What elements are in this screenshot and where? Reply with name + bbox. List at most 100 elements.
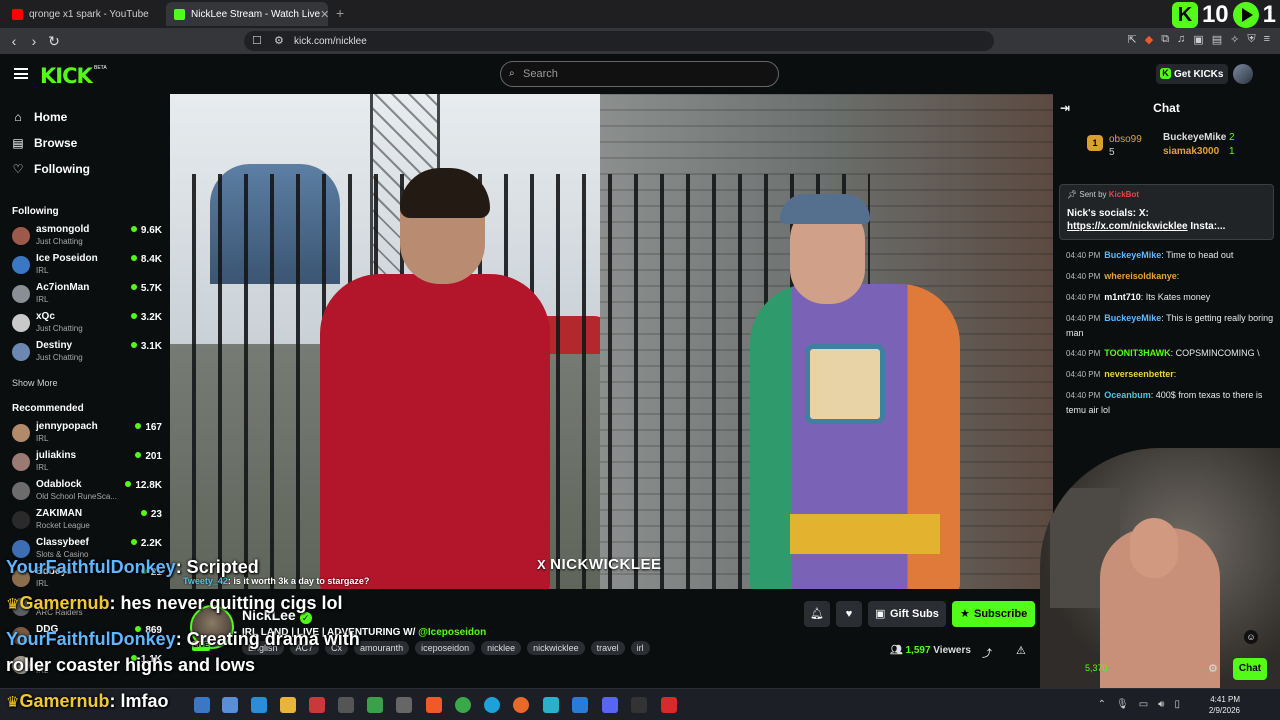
get-kicks-button[interactable]: K Get KICKs [1156, 64, 1228, 84]
chat-message[interactable]: 04:40 PM Oceanbum: 400$ from texas to the… [1066, 388, 1276, 417]
vpn-icon[interactable]: ⛨ [1247, 33, 1255, 46]
gift-subs-button[interactable]: ▣ Gift Subs [868, 601, 946, 627]
message-user[interactable]: Oceanbum [1104, 390, 1151, 400]
taskbar-app-icon[interactable] [543, 697, 559, 713]
taskbar-app-icon[interactable] [309, 697, 325, 713]
recommended-channel[interactable]: juliakins IRL 201 [12, 450, 162, 476]
stream-tag[interactable]: travel [590, 641, 625, 655]
taskbar-app-icon[interactable] [661, 697, 677, 713]
vscode-icon[interactable] [572, 697, 588, 713]
recommended-channel[interactable]: Odablock Old School RuneSca... 12.8K [12, 479, 162, 505]
message-user[interactable]: neverseenbetter [1104, 369, 1174, 379]
microphone-icon[interactable]: 🎙︎ [1116, 699, 1129, 710]
chat-message[interactable]: 04:40 PM BuckeyeMike: This is getting rea… [1066, 311, 1276, 340]
firefox-icon[interactable] [513, 697, 529, 713]
stream-tag[interactable]: amouranth [354, 641, 410, 655]
leo-icon[interactable]: ✧ [1230, 33, 1239, 46]
recommended-channel[interactable]: ZAKIMAN Rocket League 23 [12, 508, 162, 534]
extensions-icon[interactable]: ⧉ [1161, 33, 1169, 46]
sidebar-item-label: Browse [34, 136, 78, 150]
stream-tag[interactable]: irl [630, 641, 650, 655]
address-bar[interactable]: ☐ ⚙ kick.com/nicklee [244, 31, 994, 51]
new-tab-button[interactable]: + [336, 5, 344, 21]
wallet-icon[interactable]: ▤ [1212, 33, 1222, 46]
close-tab-icon[interactable]: ✕ [320, 8, 329, 21]
subscribe-label: Subscribe [974, 608, 1028, 620]
recommended-channel[interactable]: jennypopach IRL 167 [12, 421, 162, 447]
brave-browser-icon[interactable] [426, 697, 442, 713]
chat-settings-icon[interactable]: ⚙ [1208, 662, 1218, 675]
message-user[interactable]: BuckeyeMike [1104, 250, 1161, 260]
sidebar-item-browse[interactable]: ▤ Browse [12, 134, 77, 152]
site-info-icon[interactable]: ⚙ [274, 34, 284, 47]
stream-tag[interactable]: nicklee [481, 641, 522, 655]
following-channel[interactable]: Ice Poseidon IRL 8.4K [12, 253, 162, 279]
menu-icon[interactable]: ≡ [1264, 33, 1270, 46]
chat-send-button[interactable]: Chat [1233, 658, 1267, 680]
taskbar-app-icon[interactable] [194, 697, 210, 713]
message-user[interactable]: TOONIT3HAWK [1104, 348, 1170, 358]
following-channel[interactable]: asmongold Just Chatting 9.6K [12, 224, 162, 250]
stream-tag[interactable]: nickwicklee [527, 641, 585, 655]
taskbar-app-icon[interactable] [251, 697, 267, 713]
browser-tab-kick[interactable]: NickLee Stream - Watch Live ✕ [166, 2, 329, 26]
subscribe-button[interactable]: ★ Subscribe [952, 601, 1035, 627]
taskbar-app-icon[interactable] [222, 697, 238, 713]
taskbar-app-icon[interactable] [396, 697, 412, 713]
message-user[interactable]: m1nt710 [1104, 292, 1141, 302]
file-explorer-icon[interactable] [280, 697, 296, 713]
chat-message[interactable]: 04:40 PM neverseenbetter: [1066, 367, 1276, 382]
discord-icon[interactable] [602, 697, 618, 713]
menu-hamburger-icon[interactable] [14, 68, 28, 79]
notification-bell-button[interactable]: 🔔︎ [804, 601, 830, 627]
chat-message[interactable]: 04:40 PM whereisoldkanye: [1066, 269, 1276, 284]
forward-icon[interactable]: › [24, 33, 44, 49]
reload-icon[interactable]: ↻ [44, 33, 64, 50]
back-icon[interactable]: ‹ [4, 33, 24, 49]
stream-title-mention[interactable]: @Iceposeidon [418, 627, 486, 638]
edge-icon[interactable] [484, 697, 500, 713]
media-icon[interactable]: ♫ [1177, 33, 1185, 46]
volume-icon[interactable]: 🔊︎ [1158, 699, 1164, 710]
brave-shield-icon[interactable]: ◆ [1145, 33, 1153, 46]
chat-message[interactable]: 04:40 PM BuckeyeMike: Time to head out [1066, 248, 1276, 263]
leader-first-name[interactable]: obso99 [1109, 134, 1142, 145]
chat-message[interactable]: 04:40 PM TOONIT3HAWK: COPSMINCOMING \ [1066, 346, 1276, 361]
message-user[interactable]: whereisoldkanye [1104, 271, 1177, 281]
user-avatar[interactable] [1233, 64, 1253, 84]
emote-icon[interactable]: ☺ [1244, 630, 1258, 644]
search-input[interactable]: ⌕ Search [500, 61, 779, 87]
show-more-link[interactable]: Show More [12, 378, 58, 388]
taskbar-app-icon[interactable] [367, 697, 383, 713]
collapse-chat-icon[interactable]: ⇥ [1060, 94, 1070, 122]
bookmark-icon[interactable]: ☐ [252, 34, 262, 47]
chrome-icon[interactable] [455, 697, 471, 713]
battery-icon[interactable]: ▯ [1174, 699, 1180, 710]
tray-chevron-icon[interactable]: ⌃ [1098, 699, 1106, 710]
pinned-message[interactable]: 📌︎ Sent by KickBot Nick's socials: X: ht… [1059, 184, 1274, 240]
browser-tab-youtube[interactable]: qronge x1 spark - YouTube [4, 2, 164, 26]
share-icon[interactable]: ⤴ [982, 645, 992, 660]
kick-logo[interactable]: KICK [40, 64, 93, 88]
sidebar-item-following[interactable]: ♡ Following [12, 160, 90, 178]
report-icon[interactable]: ⚠ [1016, 644, 1026, 657]
following-channel[interactable]: Ac7ionMan IRL 5.7K [12, 282, 162, 308]
chat-message[interactable]: 04:40 PM m1nt710: Its Kates money [1066, 290, 1276, 305]
pinned-url-link[interactable]: https://x.com/nickwicklee [1067, 221, 1188, 232]
taskbar-app-icon[interactable] [338, 697, 354, 713]
leader-third-name[interactable]: siamak3000 [1163, 146, 1219, 157]
video-player[interactable]: X NICKWICKLEE [170, 94, 1053, 589]
stream-tag[interactable]: iceposeidon [415, 641, 476, 655]
sidebar-icon[interactable]: ▣ [1193, 33, 1203, 46]
sidebar-item-home[interactable]: ⌂ Home [12, 108, 67, 126]
leader-second-name[interactable]: BuckeyeMike [1163, 132, 1226, 143]
share-icon[interactable]: ⇱ [1128, 33, 1137, 46]
message-user[interactable]: BuckeyeMike [1104, 313, 1161, 323]
channel-name: jennypopach [36, 421, 98, 432]
network-icon[interactable]: ▭ [1139, 699, 1148, 710]
following-channel[interactable]: Destiny Just Chatting 3.1K [12, 340, 162, 366]
follow-heart-button[interactable]: ♥ [836, 601, 862, 627]
taskbar-clock[interactable]: 4:41 PM 2/9/2026 [1209, 694, 1240, 716]
following-channel[interactable]: xQc Just Chatting 3.2K [12, 311, 162, 337]
taskbar-app-icon[interactable] [631, 697, 647, 713]
